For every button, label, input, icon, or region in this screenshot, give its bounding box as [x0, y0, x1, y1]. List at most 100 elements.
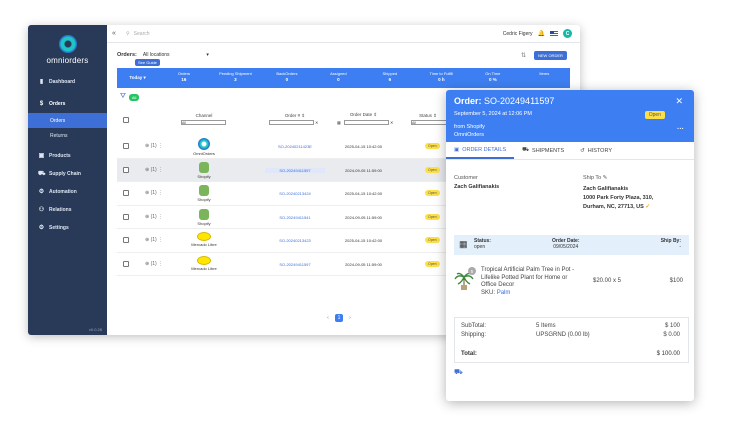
shipping-method: UPSGRND (0.00 lb) — [536, 332, 590, 338]
today-filter[interactable]: Today ▾ — [117, 68, 158, 88]
more-vertical-icon[interactable]: ⋮ — [158, 190, 163, 196]
us-flag-icon[interactable] — [550, 31, 558, 36]
search-input[interactable]: ⚲ Search — [126, 31, 150, 37]
column-order-number[interactable]: Order # ⇕ — [265, 113, 325, 119]
sidebar-item-relations[interactable]: ⚇ Relations — [28, 201, 107, 219]
order-number-link[interactable]: SO-20240213424 — [265, 191, 325, 196]
row-checkbox[interactable] — [123, 213, 129, 220]
sidebar-item-orders[interactable]: $ Orders — [28, 95, 107, 113]
tab-order-details[interactable]: ▣ ORDER DETAILS — [446, 142, 515, 159]
row-checkbox[interactable] — [123, 190, 129, 196]
table-row[interactable]: ⊕ (1) ⋮ Shopify SO-20249411541 2024-09-05 1… — [117, 206, 487, 229]
row-expand[interactable]: ⊕ (1) ⋮ — [145, 237, 163, 243]
sidebar-item-supply-chain[interactable]: ⛟ Supply Chain — [28, 165, 107, 183]
sidebar-item-settings[interactable]: ⚙ Settings — [28, 219, 107, 237]
calendar-icon: ▦ — [459, 239, 468, 249]
more-vertical-icon[interactable]: ⋮ — [158, 167, 163, 173]
sidebar-item-products[interactable]: ▣ Products — [28, 147, 107, 165]
stat-assigned[interactable]: Assigned 0 — [313, 68, 364, 88]
order-number-link[interactable]: SO-20249411597 — [265, 167, 325, 173]
tab-shipments[interactable]: ⛟ SHIPMENTS — [514, 142, 572, 159]
more-options-icon[interactable]: ··· — [677, 126, 684, 133]
row-checkbox[interactable] — [123, 237, 129, 243]
order-number-link[interactable]: SO-20249411597 — [265, 262, 325, 267]
all-filter-badge[interactable]: All — [128, 93, 140, 101]
next-page-button[interactable]: › — [346, 314, 354, 322]
channel-filter-select[interactable]: All — [181, 120, 226, 125]
stat-time-to-fulfill[interactable]: Time to Fulfill 0 h — [416, 68, 467, 88]
column-channel[interactable]: Channel — [189, 113, 219, 118]
stat-backorders[interactable]: BackOrders 0 — [261, 68, 312, 88]
stats-bar: Today ▾ Orders 16 Pending Shipment 3 BackO… — [117, 68, 570, 88]
row-checkbox[interactable] — [123, 260, 129, 267]
shipping-action-icon[interactable]: ⛟ — [454, 368, 463, 377]
stat-shipped[interactable]: Shipped 6 — [364, 68, 415, 88]
user-name[interactable]: Cedric Figery — [503, 31, 533, 37]
clear-icon[interactable]: ✕ — [390, 120, 393, 125]
column-status[interactable]: Status ⇕ — [413, 113, 443, 119]
table-row[interactable]: ⊕ (1) ⋮ Shopify SO-20240213424 2025-04-15 1… — [117, 182, 487, 206]
stat-items[interactable]: Items — [519, 68, 570, 88]
sidebar-item-automation[interactable]: ⚙ Automation — [28, 183, 107, 201]
row-checkbox[interactable] — [123, 143, 129, 149]
select-all-checkbox[interactable] — [123, 117, 129, 123]
tab-history[interactable]: ↺ HISTORY — [572, 142, 620, 159]
more-vertical-icon[interactable]: ⋮ — [158, 214, 163, 220]
collapse-sidebar-icon[interactable]: « — [112, 30, 120, 37]
bell-icon[interactable]: 🔔 — [538, 30, 545, 37]
logo[interactable]: omniorders — [28, 35, 107, 65]
row-expand[interactable]: ⊕ (1) ⋮ — [145, 190, 163, 196]
filter-icon[interactable]: ⛛ — [120, 93, 126, 101]
subtotal-items: 5 Items — [536, 323, 556, 329]
customer-name[interactable]: Zach Galifianakis — [454, 184, 499, 190]
sidebar-item-label: Orders — [50, 117, 66, 124]
see-guide-button[interactable]: See Guide — [135, 59, 160, 66]
order-date-filter-input[interactable] — [344, 120, 389, 125]
more-vertical-icon[interactable]: ⋮ — [158, 143, 163, 149]
table-row[interactable]: ⊕ (1) ⋮ OmniOrders SO-20240211423E 2025-04-… — [117, 135, 487, 159]
column-order-date[interactable]: Order Date ⇕ — [336, 112, 391, 118]
table-row[interactable]: ⊕ (1) ⋮ Mercado Libre SO-20249411597 2024-0… — [117, 253, 487, 276]
column-label: Order Date — [349, 112, 373, 117]
row-expand[interactable]: ⊕ (1) ⋮ — [145, 214, 163, 220]
sku-link[interactable]: Palm — [497, 290, 511, 296]
more-vertical-icon[interactable]: ⋮ — [158, 261, 163, 267]
close-icon[interactable]: ✕ — [675, 96, 683, 107]
status-filter-select[interactable]: All — [411, 120, 451, 125]
row-checkbox[interactable] — [123, 166, 129, 173]
table-row[interactable]: ⊕ (1) ⋮ Mercado Libre SO-20240213423 2025-0… — [117, 229, 487, 253]
sidebar-item-label: Settings — [49, 225, 69, 231]
sort-icon[interactable]: ⇅ — [521, 52, 526, 59]
table-row[interactable]: ⊕ (1) ⋮ Shopify SO-20249411597 2024-09-05 1… — [117, 158, 487, 182]
order-number-filter-input[interactable] — [269, 120, 314, 125]
sidebar-subitem-orders[interactable]: Orders — [28, 113, 107, 128]
channel-cell: Mercado Libre — [189, 232, 219, 247]
row-expand[interactable]: ⊕ (1) ⋮ — [145, 261, 163, 267]
new-order-button[interactable]: NEW ORDER — [534, 51, 567, 60]
order-number-link[interactable]: SO-20240211423E — [265, 144, 325, 149]
prev-page-button[interactable]: ‹ — [324, 314, 332, 322]
order-title: Order: SO-20249411597 — [454, 96, 554, 106]
stat-on-time[interactable]: On Time 0 % — [467, 68, 518, 88]
clear-icon[interactable]: ✕ — [315, 120, 318, 125]
pencil-icon[interactable]: ✎ — [603, 175, 608, 181]
calendar-icon[interactable]: ▦ — [337, 120, 341, 125]
top-bar: « ⚲ Search Cedric Figery 🔔 C — [107, 25, 580, 43]
more-vertical-icon[interactable]: ⋮ — [158, 237, 163, 243]
sidebar: omniorders ▮ Dashboard $ Orders Orders Ret… — [28, 25, 107, 335]
row-expand[interactable]: ⊕ (1) ⋮ — [145, 167, 163, 173]
page-1-button[interactable]: 1 — [335, 314, 343, 322]
row-expand[interactable]: ⊕ (1) ⋮ — [145, 143, 163, 149]
order-id: SO-20249411597 — [484, 96, 555, 106]
stat-pending-shipment[interactable]: Pending Shipment 3 — [210, 68, 261, 88]
location-select[interactable]: All locations ▾ — [143, 52, 209, 58]
channel-cell: Mercado Libre — [189, 255, 219, 271]
sidebar-subitem-returns[interactable]: Returns — [28, 128, 107, 143]
omni-channel-icon — [198, 138, 210, 150]
avatar[interactable]: C — [563, 29, 572, 38]
sidebar-item-dashboard[interactable]: ▮ Dashboard — [28, 73, 107, 91]
status-badge: Open — [425, 213, 440, 220]
order-number-link[interactable]: SO-20240213423 — [265, 238, 325, 243]
order-number-link[interactable]: SO-20249411541 — [265, 215, 325, 220]
stat-orders[interactable]: Orders 16 — [158, 68, 209, 88]
